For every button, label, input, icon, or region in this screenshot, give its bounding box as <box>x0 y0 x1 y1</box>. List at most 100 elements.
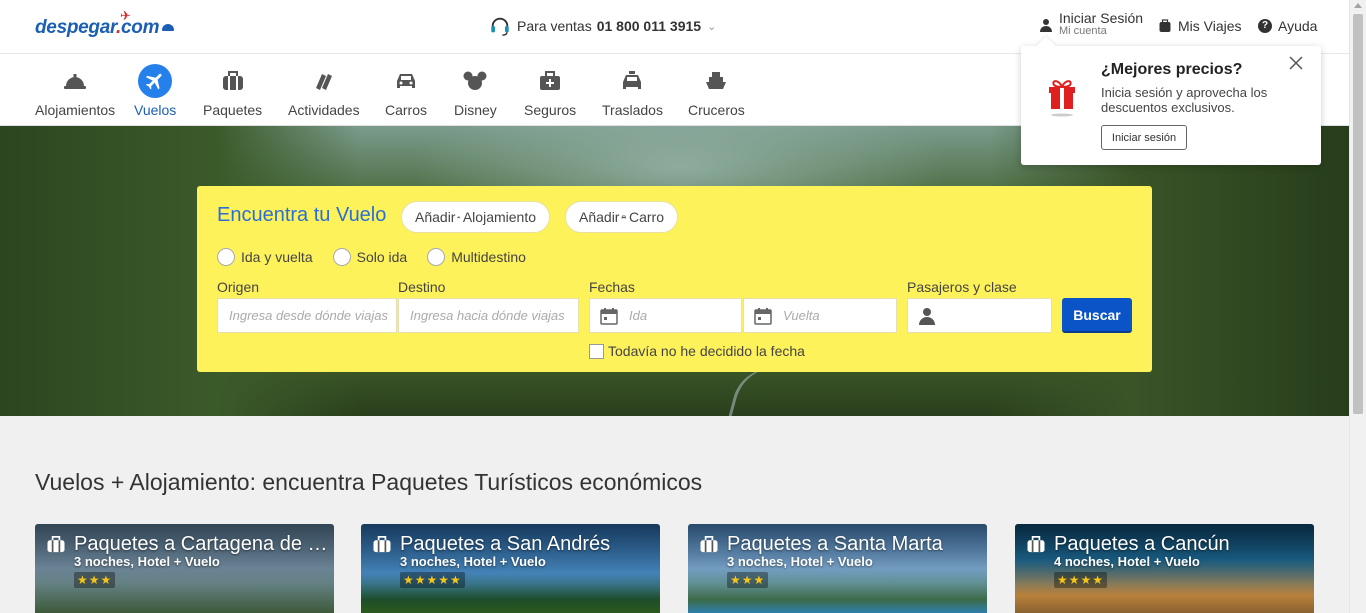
popover-title: ¿Mejores precios? <box>1101 61 1243 78</box>
destination-input[interactable]: Ingresa hacia dónde viajas <box>398 298 579 333</box>
sales-phone-number: 01 800 011 3915 <box>596 18 702 34</box>
nav-item-disney[interactable]: Disney <box>454 64 497 118</box>
close-icon[interactable] <box>1289 56 1303 70</box>
car-icon <box>397 74 415 88</box>
card-stars: ★★★ <box>727 572 769 588</box>
radio-multi-destination[interactable]: Multidestino <box>427 248 526 266</box>
suitcase-icon <box>47 536 65 553</box>
package-card-cartagena[interactable]: Paquetes a Cartagena de Indias 3 noches,… <box>35 524 334 613</box>
card-subtitle: 3 noches, Hotel + Vuelo <box>74 554 220 569</box>
my-trips-link[interactable]: Mis Viajes <box>1158 18 1242 34</box>
origin-input[interactable]: Ingresa desde dónde viajas <box>217 298 397 333</box>
nav-item-actividades[interactable]: Actividades <box>288 64 360 118</box>
trip-type-radios: Ida y vuelta Solo ida Multidestino <box>217 248 546 266</box>
checkbox-box[interactable] <box>589 343 604 359</box>
calendar-icon <box>600 307 618 325</box>
suitcase-icon <box>222 71 243 90</box>
radio-circle[interactable] <box>332 248 351 266</box>
passengers-label: Pasajeros y clase <box>907 279 1017 295</box>
card-title: Paquetes a Cancún <box>1054 533 1230 555</box>
card-subtitle: 4 noches, Hotel + Vuelo <box>1054 554 1200 569</box>
logo-text: despegar <box>35 17 117 38</box>
nav-item-traslados[interactable]: Traslados <box>602 64 663 118</box>
add-car-prefix: Añadir <box>579 209 620 225</box>
luggage-icon <box>1159 19 1171 32</box>
add-car-button[interactable]: Añadir Carro <box>565 201 678 233</box>
tickets-icon <box>315 74 332 90</box>
nav-item-paquetes[interactable]: Paquetes <box>203 64 262 118</box>
suitcase-icon <box>373 536 391 553</box>
undecided-date-label: Todavía no he decidido la fecha <box>608 343 805 359</box>
user-icon <box>1040 19 1052 32</box>
package-card-cancun[interactable]: Paquetes a Cancún 4 noches, Hotel + Vuel… <box>1015 524 1314 613</box>
hotel-bell-icon <box>457 216 461 219</box>
radio-circle[interactable] <box>217 248 235 266</box>
undecided-date-checkbox[interactable]: Todavía no he decidido la fecha <box>589 343 805 359</box>
card-subtitle: 3 noches, Hotel + Vuelo <box>727 554 873 569</box>
radio-round-trip[interactable]: Ida y vuelta <box>217 248 313 266</box>
nav-label: Alojamientos <box>35 102 116 118</box>
nav-item-seguros[interactable]: Seguros <box>524 64 576 118</box>
nav-label: Carros <box>385 102 428 118</box>
nav-label: Cruceros <box>688 102 745 118</box>
nav-item-carros[interactable]: Carros <box>385 64 427 118</box>
page-scrollbar[interactable] <box>1349 0 1366 613</box>
search-button[interactable]: Buscar <box>1062 298 1132 333</box>
despegar-logo[interactable]: despegar.com ✈ <box>35 8 175 39</box>
sales-phone[interactable]: Para ventas 01 800 011 3915 ⌄ <box>489 14 716 38</box>
suitcase-icon <box>1027 536 1045 553</box>
card-stars: ★★★ <box>74 572 116 588</box>
logo-hat-icon <box>162 24 175 32</box>
nav-label: Traslados <box>602 102 663 118</box>
card-title: Paquetes a Santa Marta <box>727 533 943 555</box>
destination-label: Destino <box>398 279 446 295</box>
sales-label: Para ventas <box>517 18 592 34</box>
radio-label: Solo ida <box>356 249 408 265</box>
scroll-up-arrow[interactable] <box>1354 3 1362 8</box>
nav-item-cruceros[interactable]: Cruceros <box>688 64 745 118</box>
radio-label: Ida y vuelta <box>241 249 313 265</box>
calendar-icon <box>754 307 772 325</box>
scrollbar-thumb[interactable] <box>1353 14 1363 414</box>
person-icon <box>919 307 935 325</box>
ship-icon <box>706 72 727 89</box>
better-prices-popover: ¿Mejores precios? Inicia sesión y aprove… <box>1021 36 1321 165</box>
return-placeholder: Vuelta <box>783 308 820 323</box>
my-trips-label: Mis Viajes <box>1178 18 1242 34</box>
popover-text: Inicia sesión y aprovecha los descuentos… <box>1101 85 1268 115</box>
add-lodging-button[interactable]: Añadir Alojamiento <box>401 201 550 233</box>
login-label: Iniciar Sesión <box>1059 10 1144 26</box>
login-link[interactable]: Iniciar Sesión Mi cuenta <box>1039 10 1144 38</box>
radio-circle[interactable] <box>427 248 446 266</box>
logo-plane-icon: ✈ <box>120 8 131 23</box>
passengers-input[interactable] <box>907 298 1052 333</box>
return-date-input[interactable]: Vuelta <box>743 298 897 333</box>
package-card-san-andres[interactable]: Paquetes a San Andrés 3 noches, Hotel + … <box>361 524 660 613</box>
help-label: Ayuda <box>1278 18 1318 34</box>
nav-item-vuelos[interactable]: Vuelos <box>134 64 176 118</box>
flight-search-box: Encuentra tu Vuelo Añadir Alojamiento Añ… <box>197 186 1152 372</box>
card-title: Paquetes a Cartagena de Indias <box>74 533 330 555</box>
help-link[interactable]: ? Ayuda <box>1258 18 1317 34</box>
card-title: Paquetes a San Andrés <box>400 533 611 555</box>
add-lodging-label: Alojamiento <box>462 209 536 225</box>
search-title: Encuentra tu Vuelo <box>217 204 387 226</box>
card-stars: ★★★★★ <box>400 572 465 588</box>
headset-icon <box>491 17 509 36</box>
suitcase-icon <box>700 536 718 553</box>
dates-label: Fechas <box>589 279 635 295</box>
help-icon: ? <box>1258 19 1272 33</box>
nav-label: Vuelos <box>134 102 177 118</box>
card-stars: ★★★★ <box>1054 572 1108 588</box>
package-card-santa-marta[interactable]: Paquetes a Santa Marta 3 noches, Hotel +… <box>688 524 987 613</box>
nav-label: Seguros <box>524 102 577 118</box>
radio-one-way[interactable]: Solo ida <box>332 248 408 266</box>
popover-login-button[interactable]: Iniciar sesión <box>1101 125 1187 150</box>
nav-label: Disney <box>454 102 497 118</box>
origin-label: Origen <box>217 279 260 295</box>
plane-icon <box>146 73 162 90</box>
nav-item-alojamientos[interactable]: Alojamientos <box>35 64 115 118</box>
depart-date-input[interactable]: Ida <box>589 298 742 333</box>
packages-section-title: Vuelos + Alojamiento: encuentra Paquetes… <box>35 469 703 495</box>
nav-label: Actividades <box>288 102 360 118</box>
